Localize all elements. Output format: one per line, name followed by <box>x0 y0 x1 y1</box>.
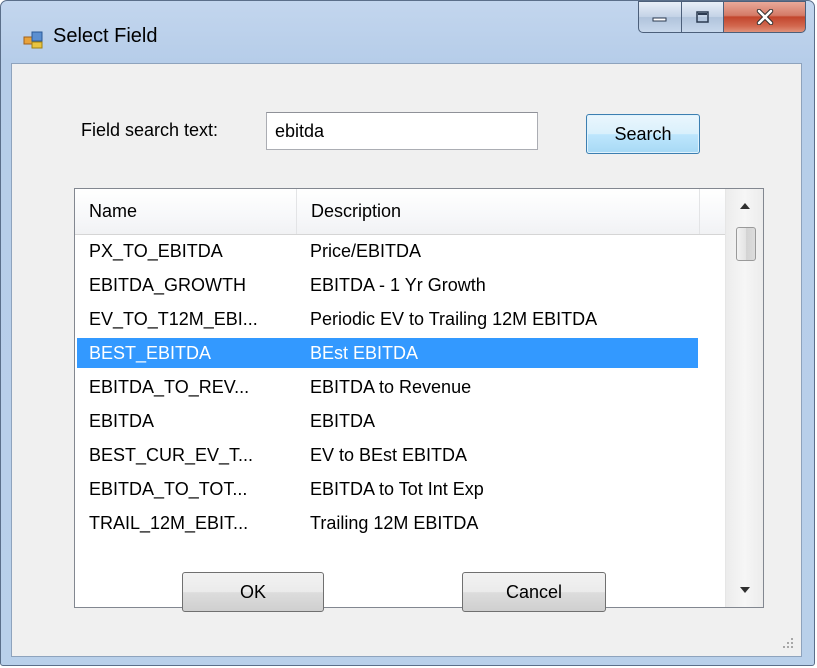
list-row[interactable]: EBITDA_TO_REV... EBITDA to Revenue <box>75 370 726 404</box>
scroll-up-button[interactable] <box>726 189 763 223</box>
select-field-dialog: Select Field Field search text: Search <box>0 0 815 666</box>
vertical-scrollbar[interactable] <box>725 189 763 607</box>
row-description-cell: BEst EBITDA <box>310 343 419 363</box>
list-row[interactable]: TRAIL_12M_EBIT... Trailing 12M EBITDA <box>75 506 726 540</box>
row-description-cell: EBITDA to Revenue <box>310 377 472 397</box>
list-row[interactable]: PX_TO_EBITDA Price/EBITDA <box>75 234 726 268</box>
row-name-cell: EBITDA_GROWTH <box>89 275 247 295</box>
row-description-cell: EBITDA to Tot Int Exp <box>310 479 484 499</box>
row-name-cell: BEST_EBITDA <box>89 343 212 363</box>
row-description-cell: Price/EBITDA <box>310 241 422 261</box>
row-name-cell: EBITDA <box>89 411 155 431</box>
list-row[interactable]: EBITDA_TO_TOT... EBITDA to Tot Int Exp <box>75 472 726 506</box>
scroll-down-button[interactable] <box>726 573 763 607</box>
caption-buttons <box>638 1 806 37</box>
scroll-thumb[interactable] <box>736 227 756 261</box>
search-button[interactable]: Search <box>586 114 700 154</box>
window-title: Select Field <box>53 25 158 47</box>
minimize-icon <box>652 17 667 22</box>
row-name-cell: BEST_CUR_EV_T... <box>89 445 254 465</box>
field-list[interactable]: Name Description PX_TO_EBITDA Price/EBITD… <box>74 188 764 608</box>
close-button[interactable] <box>724 1 806 33</box>
list-row[interactable]: BEST_CUR_EV_T... EV to BEst EBITDA <box>75 438 726 472</box>
maximize-button[interactable] <box>682 1 724 33</box>
list-rows: PX_TO_EBITDA Price/EBITDA EBITDA_GROWTH EBI… <box>75 234 726 540</box>
row-name-cell: PX_TO_EBITDA <box>89 241 223 261</box>
column-header-name[interactable]: Name <box>75 189 297 234</box>
minimize-button[interactable] <box>638 1 682 33</box>
cancel-button[interactable]: Cancel <box>462 572 606 612</box>
row-description-cell: EBITDA <box>310 411 376 431</box>
row-description-cell: Trailing 12M EBITDA <box>310 513 479 533</box>
row-name-cell: EBITDA_TO_REV... <box>89 377 250 397</box>
list-row[interactable]: BEST_EBITDA BEst EBITDA <box>75 336 726 370</box>
row-description-cell: EBITDA - 1 Yr Growth <box>310 275 486 295</box>
row-name-cell: EV_TO_T12M_EBI... <box>89 309 258 329</box>
resize-grip-icon[interactable] <box>781 636 795 650</box>
search-label: Field search text: <box>81 120 219 140</box>
close-icon <box>756 9 773 25</box>
search-input[interactable] <box>266 112 538 150</box>
list-row[interactable]: EV_TO_T12M_EBI... Periodic EV to Trailing… <box>75 302 726 336</box>
scroll-down-icon <box>739 587 750 593</box>
row-name-cell: EBITDA_TO_TOT... <box>89 479 248 499</box>
column-header-description[interactable]: Description <box>297 189 700 234</box>
row-name-cell: TRAIL_12M_EBIT... <box>89 513 249 533</box>
row-description-cell: EV to BEst EBITDA <box>310 445 468 465</box>
list-row[interactable]: EBITDA_GROWTH EBITDA - 1 Yr Growth <box>75 268 726 302</box>
maximize-icon <box>695 11 709 23</box>
scroll-up-icon <box>739 203 750 209</box>
ok-button[interactable]: OK <box>182 572 324 612</box>
row-description-cell: Periodic EV to Trailing 12M EBITDA <box>310 309 598 329</box>
dialog-client-area: Field search text: Search Name Descripti… <box>11 63 802 657</box>
app-window-icon <box>23 31 43 49</box>
list-header: Name Description <box>75 189 726 235</box>
list-row[interactable]: EBITDA EBITDA <box>75 404 726 438</box>
